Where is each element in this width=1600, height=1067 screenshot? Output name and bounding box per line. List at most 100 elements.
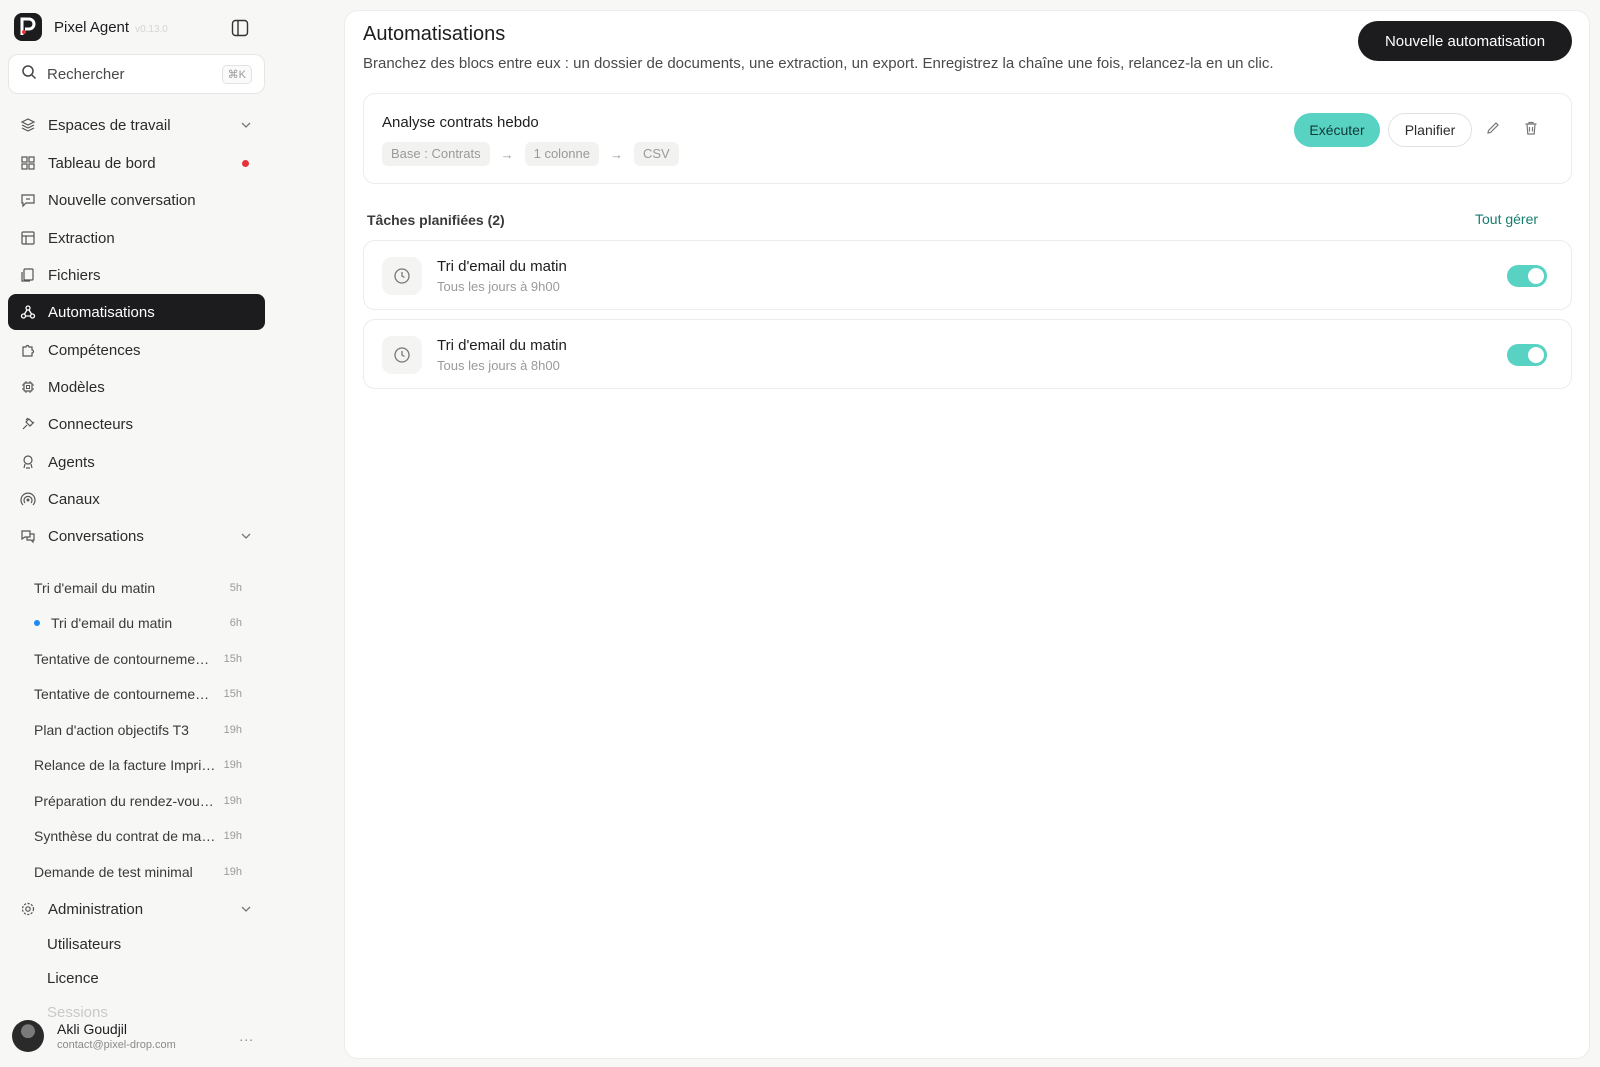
gear-icon [20,901,36,917]
nav-skills[interactable]: Compétences [8,332,265,368]
search-icon [21,64,37,85]
conversation-title: Tri d'email du matin [51,615,173,631]
conversation-time: 19h [223,830,242,842]
nav-models[interactable]: Modèles [8,369,265,405]
task-schedule: Tous les jours à 9h00 [437,279,560,294]
app-name: Pixel Agent [54,18,130,36]
nav-channels[interactable]: Canaux [8,481,265,517]
automation-card[interactable]: Analyse contrats hebdo Base : Contrats →… [363,93,1572,184]
avatar [12,1020,44,1052]
message-plus-icon [20,192,36,208]
conversation-item[interactable]: Plan d'action objectifs T3 19h [20,715,256,745]
task-toggle[interactable] [1507,344,1547,366]
table-icon [20,230,36,246]
conversation-item[interactable]: Tentative de contournement de sécurité 1… [20,644,256,674]
schedule-button[interactable]: Planifier [1388,113,1472,147]
user-profile[interactable]: Akli Goudjil contact@pixel-drop.com ... [12,1018,262,1054]
chevron-down-icon[interactable] [239,902,253,916]
manage-all-link[interactable]: Tout gérer [1475,211,1538,227]
automation-name: Analyse contrats hebdo [382,114,539,131]
conversation-time: 19h [223,724,242,736]
run-button[interactable]: Exécuter [1294,113,1380,147]
task-card[interactable]: Tri d'email du matin Tous les jours à 8h… [363,319,1572,389]
layers-icon [20,117,36,133]
nav-users[interactable]: Utilisateurs [34,930,134,958]
trash-icon[interactable] [1520,117,1542,139]
nav-new-conversation[interactable]: Nouvelle conversation [8,182,265,218]
arrow-right-icon: → [610,146,623,162]
arrow-right-icon: → [500,146,514,162]
chevron-down-icon[interactable] [239,529,253,543]
nav-label: Extraction [48,229,115,247]
nav-dashboard[interactable]: Tableau de bord [8,145,265,181]
conversation-item[interactable]: Tentative de contournement de sécurité 1… [20,679,256,709]
nav-connectors[interactable]: Connecteurs [8,406,265,442]
conversation-item[interactable]: Tri d'email du matin 5h [20,573,256,603]
nav-label: Administration [48,900,144,918]
nav-extraction[interactable]: Extraction [8,220,265,256]
conversation-title: Tentative de contournement de sécurité [34,686,216,702]
page-title: Automatisations [363,23,506,45]
pipeline-step: Base : Contrats [382,142,490,166]
sidebar: Pixel Agent v0.13.0 Rechercher ⌘K Espace… [0,0,272,1067]
search-input[interactable]: Rechercher [47,66,222,83]
messages-icon [20,528,36,544]
app-logo [14,13,42,41]
nav-label: Agents [48,453,95,471]
conversation-item[interactable]: Relance de la facture Imprimerie 19h [20,750,256,780]
more-options-icon[interactable]: ... [239,1028,254,1044]
search-box[interactable]: Rechercher ⌘K [8,54,265,94]
puzzle-icon [20,342,36,358]
app-version: v0.13.0 [135,23,168,35]
new-automation-button[interactable]: Nouvelle automatisation [1358,21,1572,61]
nav-files[interactable]: Fichiers [8,257,265,293]
brand: Pixel Agent v0.13.0 [14,12,168,42]
nav-label: Canaux [48,490,100,508]
nav-label: Compétences [48,341,141,359]
nav-workspaces[interactable]: Espaces de travail [8,107,265,143]
pipeline-step: CSV [634,142,679,166]
conversation-item[interactable]: Demande de test minimal 19h [20,857,256,887]
conversation-title: Relance de la facture Imprimerie [34,757,216,773]
pipeline-step: 1 colonne [524,142,599,166]
automation-pipeline: Base : Contrats → 1 colonne → CSV [382,142,679,166]
nav-label: Fichiers [48,266,101,284]
user-email: contact@pixel-drop.com [57,1039,176,1051]
nav-administration[interactable]: Administration [8,891,265,927]
user-name: Akli Goudjil [57,1021,128,1037]
nav-label: Tableau de bord [48,154,156,172]
files-icon [20,267,36,283]
workflow-icon [20,304,36,320]
task-toggle[interactable] [1507,265,1547,287]
plug-icon [20,416,36,432]
conversation-title: Synthèse du contrat de maintenance [34,828,216,844]
conversation-time: 19h [223,795,242,807]
dashboard-icon [20,155,36,171]
sidebar-toggle-icon[interactable] [230,18,250,38]
nav-label: Modèles [48,378,105,396]
nav-label: Nouvelle conversation [48,191,196,209]
nav-label: Espaces de travail [48,116,171,134]
main-panel: Automatisations Branchez des blocs entre… [344,10,1590,1059]
conversation-item[interactable]: Tri d'email du matin 6h [20,608,256,638]
conversation-title: Préparation du rendez-vous client [34,793,216,809]
conversation-item[interactable]: Préparation du rendez-vous client 19h [20,786,256,816]
chevron-down-icon[interactable] [239,118,253,132]
pencil-icon[interactable] [1482,117,1504,139]
nav-automations[interactable]: Automatisations [8,294,265,330]
nav-conversations[interactable]: Conversations [8,518,265,554]
clock-icon [382,336,422,374]
scheduled-tasks-title: Tâches planifiées (2) [367,212,505,228]
conversation-time: 15h [223,688,242,700]
task-schedule: Tous les jours à 8h00 [437,358,560,373]
conversation-time: 15h [223,653,242,665]
nav-label: Automatisations [48,303,155,321]
nav-agents[interactable]: Agents [8,444,265,480]
cpu-icon [20,379,36,395]
conversation-item[interactable]: Synthèse du contrat de maintenance 19h [20,821,256,851]
nav-license[interactable]: Licence [34,964,112,992]
conversation-time: 6h [229,617,242,629]
task-card[interactable]: Tri d'email du matin Tous les jours à 9h… [363,240,1572,310]
user-info: Akli Goudjil contact@pixel-drop.com [57,1021,239,1051]
search-shortcut: ⌘K [221,64,252,84]
